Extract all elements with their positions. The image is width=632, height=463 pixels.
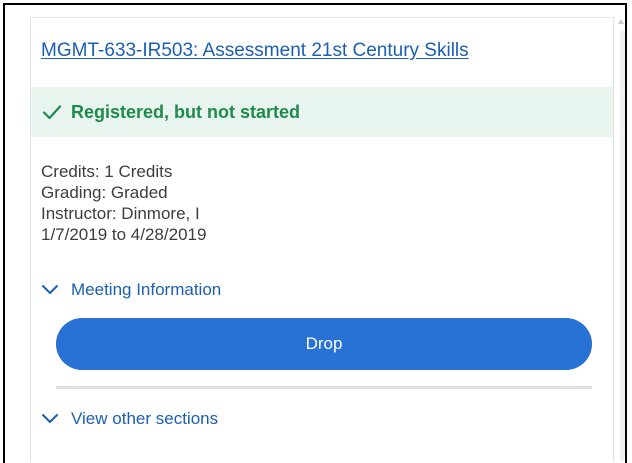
chevron-down-icon xyxy=(42,414,58,423)
chevron-down-icon xyxy=(42,285,58,294)
screenshot-frame: MGMT-633-IR503: Assessment 21st Century … xyxy=(3,3,627,463)
instructor-text: Instructor: Dinmore, I xyxy=(41,204,200,223)
divider xyxy=(56,386,592,389)
view-other-sections-toggle[interactable]: View other sections xyxy=(41,409,218,429)
drop-button[interactable]: Drop xyxy=(56,318,592,370)
course-title-link[interactable]: MGMT-633-IR503: Assessment 21st Century … xyxy=(41,40,469,62)
scroll-up-arrow-icon[interactable] xyxy=(618,19,624,24)
view-other-sections-label: View other sections xyxy=(71,409,219,428)
vertical-scrollbar[interactable] xyxy=(620,31,625,461)
date-range-text: 1/7/2019 to 4/28/2019 xyxy=(41,225,207,244)
meeting-information-toggle[interactable]: Meeting Information xyxy=(41,280,221,300)
registration-status-banner: Registered, but not started xyxy=(31,87,613,137)
section-details: Credits: 1 Credits Grading: Graded Instr… xyxy=(41,161,206,245)
check-icon xyxy=(42,105,62,120)
meeting-information-label: Meeting Information xyxy=(71,280,222,299)
credits-text: Credits: 1 Credits xyxy=(41,162,173,181)
grading-text: Grading: Graded xyxy=(41,183,168,202)
course-section-card: MGMT-633-IR503: Assessment 21st Century … xyxy=(30,17,614,462)
registration-status-text: Registered, but not started xyxy=(71,101,301,122)
